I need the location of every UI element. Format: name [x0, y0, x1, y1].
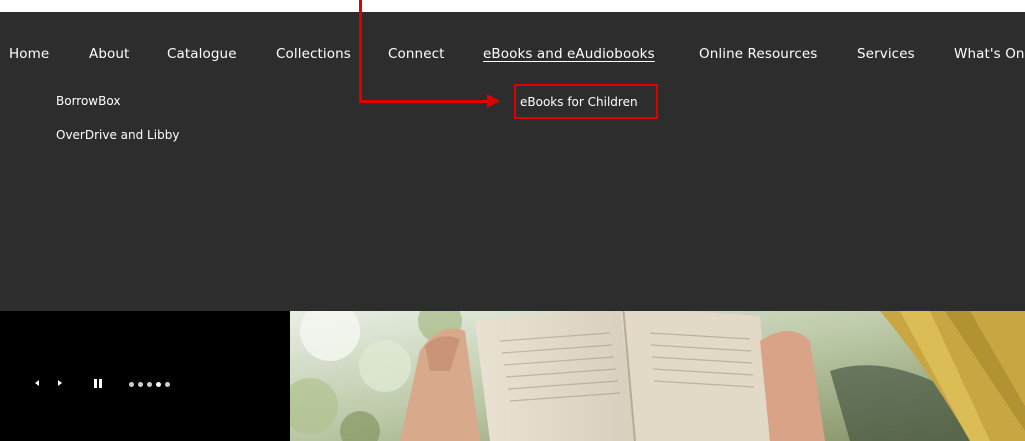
top-strip [0, 0, 1025, 12]
slider-pause-icon[interactable] [94, 379, 102, 388]
nav-item-catalogue[interactable]: Catalogue [167, 46, 237, 62]
annotation-highlight-box [514, 84, 658, 119]
hero-image [290, 311, 1025, 441]
slider-controls [0, 311, 290, 441]
annotation-arrow-icon [487, 94, 500, 108]
nav-item-ebooks-and-eaudiobooks[interactable]: eBooks and eAudiobooks [483, 46, 655, 62]
slider-dot-1[interactable] [129, 382, 134, 387]
nav-item-whats-on[interactable]: What's On [954, 46, 1025, 62]
slider-dot-2[interactable] [138, 382, 143, 387]
nav-item-services[interactable]: Services [857, 46, 915, 62]
nav-item-about[interactable]: About [89, 46, 129, 62]
nav-item-home[interactable]: Home [9, 46, 49, 62]
submenu-item-borrowbox[interactable]: BorrowBox [56, 94, 120, 108]
slider-dot-3[interactable] [147, 382, 152, 387]
slider-prev-icon[interactable] [35, 380, 39, 386]
slider-dot-4[interactable] [156, 382, 161, 387]
annotation-line-horizontal [359, 100, 489, 103]
hero-photo-reading-book [290, 311, 1025, 441]
nav-item-connect[interactable]: Connect [388, 46, 445, 62]
submenu-item-overdrive-and-libby[interactable]: OverDrive and Libby [56, 128, 179, 142]
slider-dot-5[interactable] [165, 382, 170, 387]
nav-item-collections[interactable]: Collections [276, 46, 351, 62]
nav-item-online-resources[interactable]: Online Resources [699, 46, 817, 62]
slider-next-icon[interactable] [58, 380, 62, 386]
annotation-line-vertical [359, 0, 362, 103]
